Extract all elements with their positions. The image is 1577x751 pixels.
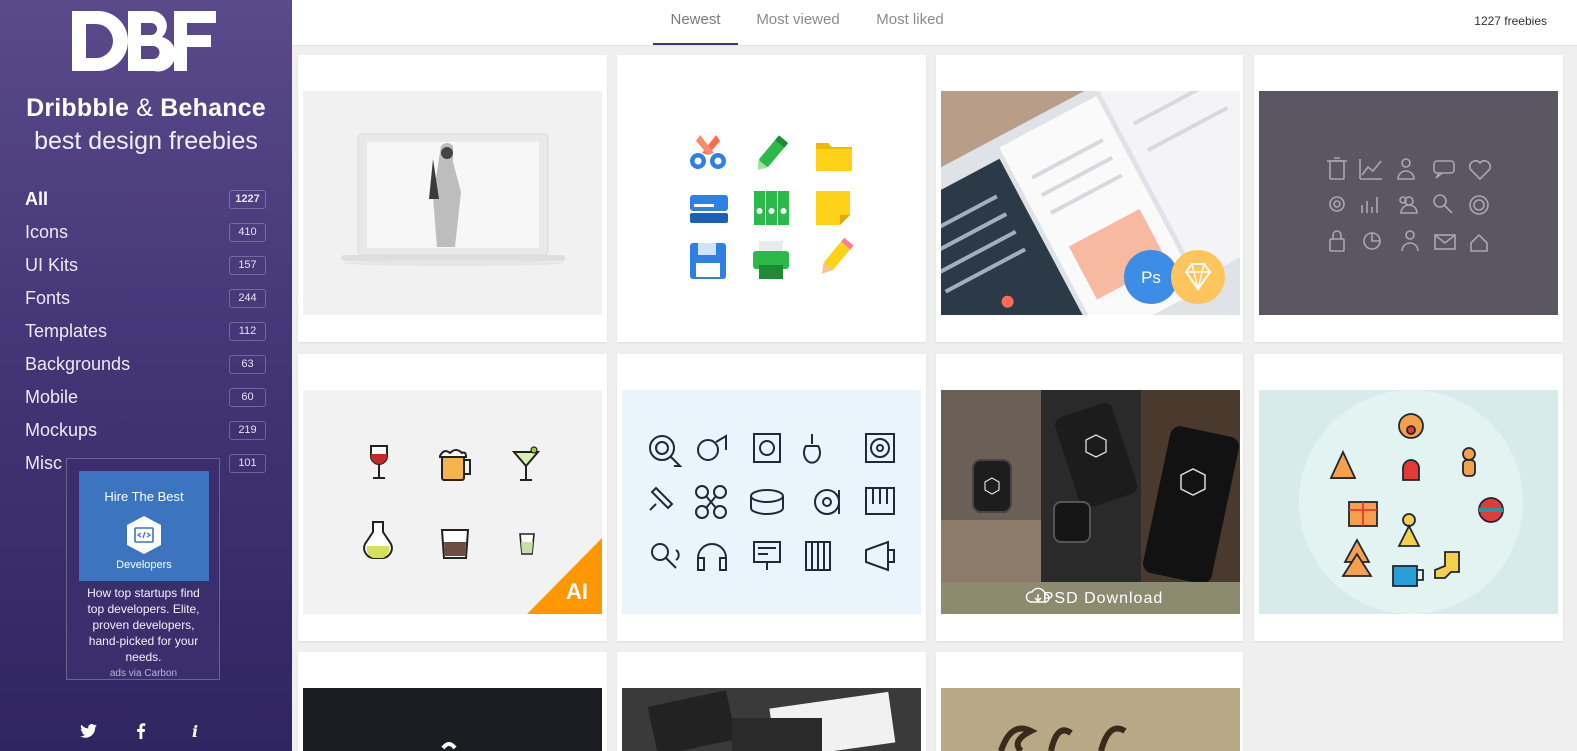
freebies-count: 1227 freebies <box>1474 14 1547 28</box>
freebie-card[interactable] <box>936 652 1243 751</box>
nav-item-mobile[interactable]: Mobile 60 <box>0 381 292 414</box>
top-bar: Newest Most viewed Most liked 1227 freeb… <box>292 0 1577 46</box>
social-links: i <box>0 720 292 744</box>
thumbnail-ui-kit[interactable]: Ps <box>941 91 1240 315</box>
nav-item-backgrounds[interactable]: Backgrounds 63 <box>0 348 292 381</box>
nav-count: 101 <box>229 454 266 473</box>
psd-download-label[interactable]: PSD Download <box>1043 590 1164 607</box>
nav-item-mockups[interactable]: Mockups 219 <box>0 414 292 447</box>
thumbnail-music-icons[interactable] <box>622 390 921 614</box>
nav-item-fonts[interactable]: Fonts 244 <box>0 282 292 315</box>
ai-badge: AI <box>566 579 588 604</box>
thumbnail-watch-mockup[interactable]: PSD Download <box>941 390 1240 614</box>
ad-image[interactable]: Hire The Best Developers <box>79 471 209 581</box>
nav-item-ui-kits[interactable]: UI Kits 157 <box>0 249 292 282</box>
thumbnail-line-icons[interactable] <box>1259 91 1558 315</box>
freebie-card[interactable]: PSD Download <box>936 354 1243 641</box>
nav-item-templates[interactable]: Templates 112 <box>0 315 292 348</box>
brand-title: Dribbble & Behance <box>26 94 266 122</box>
photoshop-badge: Ps <box>1141 268 1161 287</box>
nav-count: 112 <box>229 322 266 341</box>
thumbnail-drink-icons[interactable]: AI <box>303 390 602 614</box>
freebie-card[interactable] <box>617 354 926 641</box>
nav-item-icons[interactable]: Icons 410 <box>0 216 292 249</box>
freebie-card[interactable]: AI <box>298 354 607 641</box>
ad-text[interactable]: How top startups find top developers. El… <box>79 585 208 665</box>
freebie-card[interactable] <box>1254 354 1563 641</box>
twitter-icon[interactable] <box>77 720 99 742</box>
thumbnail-lettering[interactable] <box>941 688 1240 751</box>
thumbnail-dark-ui[interactable] <box>622 688 921 751</box>
nav-count: 60 <box>229 388 266 407</box>
nav-count: 1227 <box>229 190 266 209</box>
nav-count: 157 <box>229 256 266 275</box>
nav-count: 410 <box>229 223 266 242</box>
nav-item-all[interactable]: All 1227 <box>0 183 292 216</box>
freebie-card[interactable] <box>298 55 607 342</box>
tab-newest[interactable]: Newest <box>653 0 738 45</box>
freebie-card[interactable] <box>617 652 926 751</box>
freebie-card[interactable] <box>298 652 607 751</box>
sidebar: Dribbble & Behance best design freebies … <box>0 0 292 751</box>
dbf-logo[interactable] <box>70 8 218 74</box>
code-hexagon-icon <box>127 516 161 554</box>
tab-most-liked[interactable]: Most liked <box>866 0 954 45</box>
freebie-card[interactable] <box>617 55 926 342</box>
nav-count: 63 <box>229 355 266 374</box>
nav-count: 219 <box>229 421 266 440</box>
thumbnail-office-icons[interactable] <box>622 91 921 315</box>
freebie-card[interactable]: Ps <box>936 55 1243 342</box>
tab-most-viewed[interactable]: Most viewed <box>748 0 848 45</box>
thumbnail-dark[interactable] <box>303 688 602 751</box>
carbon-ad[interactable]: Hire The Best Developers How top startup… <box>66 458 220 680</box>
facebook-icon[interactable] <box>130 720 152 742</box>
ad-via[interactable]: ads via Carbon <box>79 668 208 679</box>
thumbnail-christmas-icons[interactable] <box>1259 390 1558 614</box>
nav-count: 244 <box>229 289 266 308</box>
freebie-card[interactable] <box>1254 55 1563 342</box>
category-nav: All 1227 Icons 410 UI Kits 157 Fonts 244 Tem… <box>0 183 292 480</box>
thumbnail-laptop-mockup[interactable] <box>303 91 602 315</box>
brand-subtitle: best design freebies <box>34 127 258 155</box>
info-icon[interactable]: i <box>184 720 206 742</box>
